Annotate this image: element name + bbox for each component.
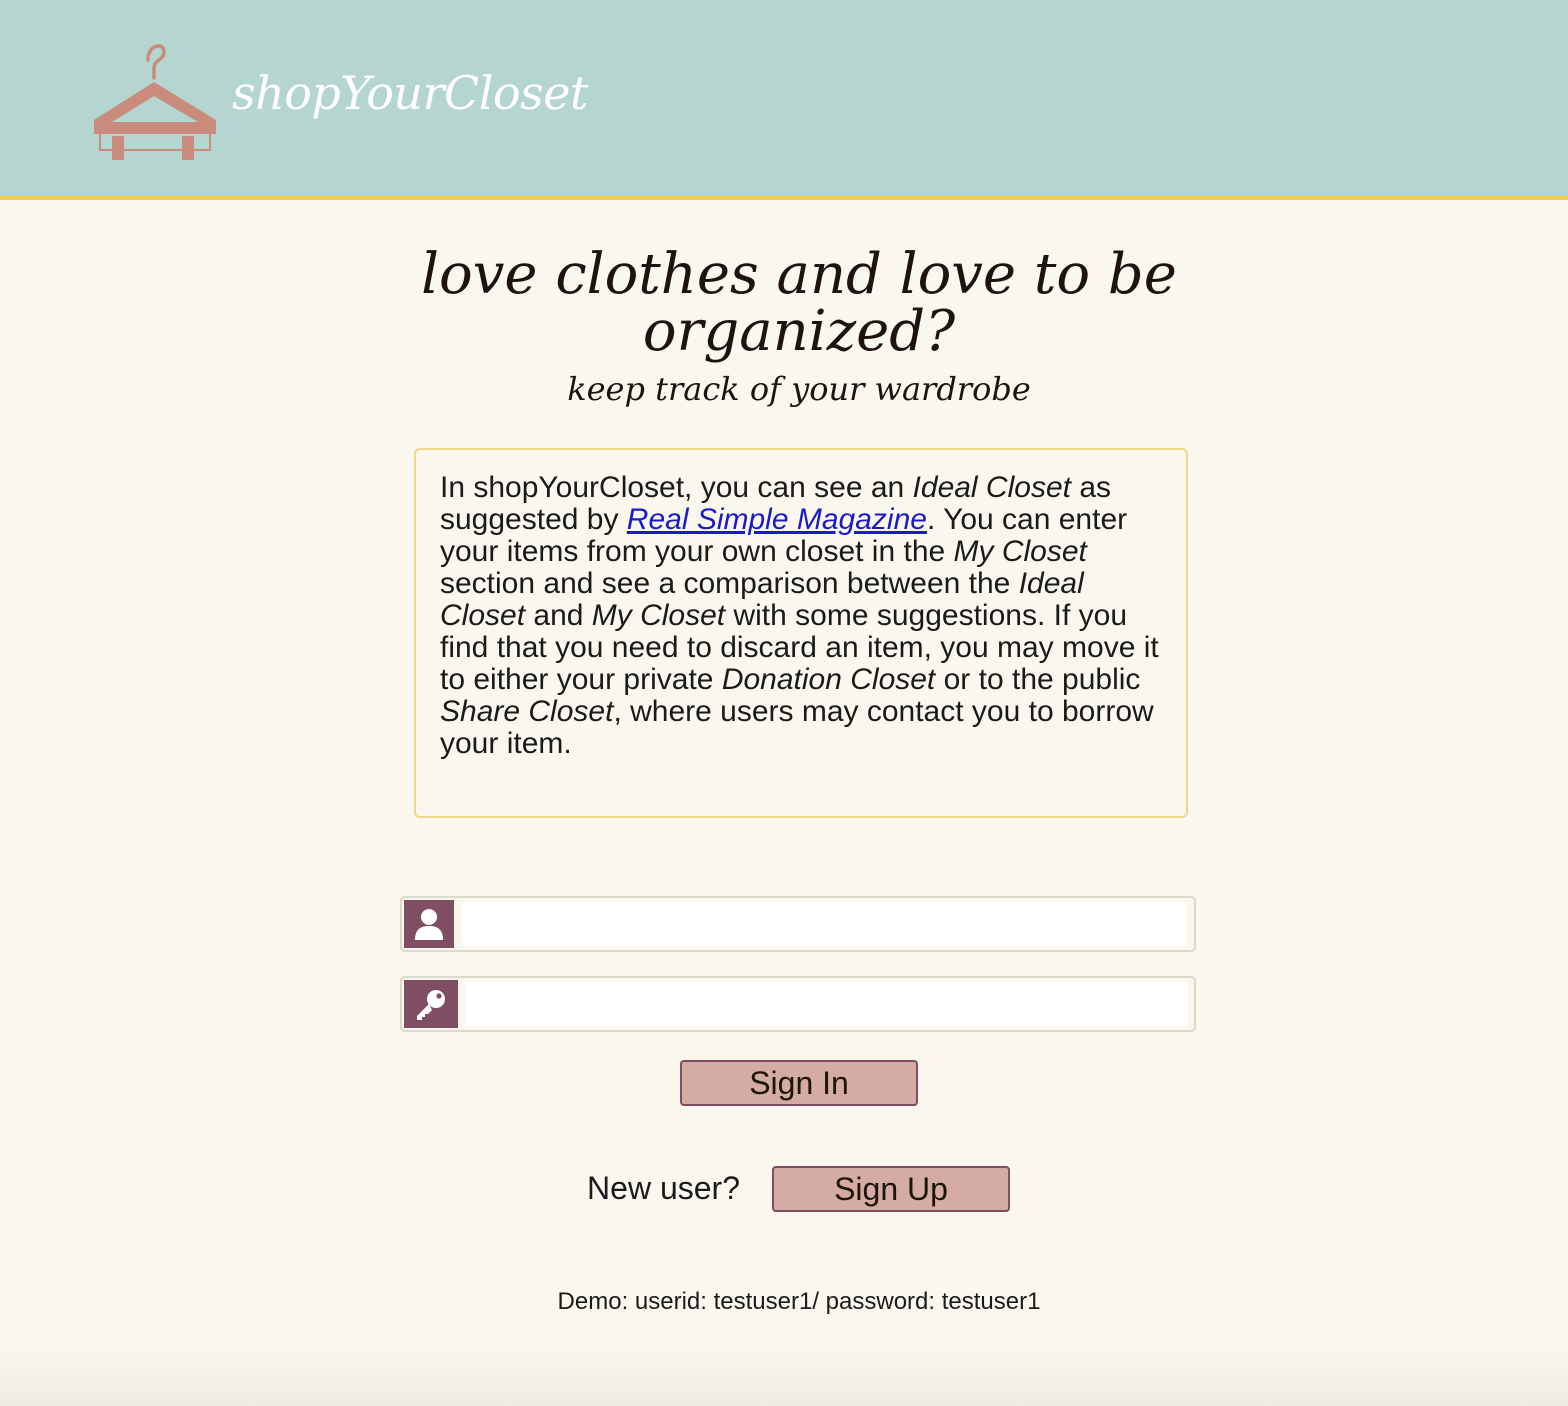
site-header: shopYourCloset [0, 0, 1568, 200]
desc-text: In shopYourCloset, you can see an [440, 471, 913, 504]
userid-input[interactable] [462, 902, 1186, 946]
my-closet-term: My Closet [591, 599, 726, 632]
desc-text: or to the public [935, 663, 1141, 696]
sign-in-button[interactable]: Sign In [680, 1060, 918, 1106]
description-box: In shopYourCloset, you can see an Ideal … [414, 448, 1188, 818]
password-input[interactable] [466, 982, 1188, 1026]
desc-text: and [525, 599, 592, 632]
real-simple-link[interactable]: Real Simple Magazine [627, 503, 927, 536]
bottom-shadow [0, 1346, 1568, 1406]
password-field [400, 976, 1196, 1032]
hero-title: love clothes and love to be organized? [421, 242, 1177, 364]
sign-up-button[interactable]: Sign Up [772, 1166, 1010, 1212]
hero-subtitle: keep track of your wardrobe [567, 370, 1031, 408]
ideal-closet-term: Ideal Closet [912, 471, 1071, 504]
my-closet-term: My Closet [953, 535, 1087, 568]
brand-title[interactable]: shopYourCloset [232, 66, 588, 120]
desc-text: section and see a comparison between the [440, 567, 1019, 600]
new-user-label: New user? [587, 1170, 740, 1206]
demo-credentials: Demo: userid: testuser1/ password: testu… [557, 1288, 1041, 1315]
hanger-icon[interactable] [88, 38, 222, 164]
share-closet-term: Share Closet [440, 695, 614, 728]
key-icon [404, 980, 458, 1028]
userid-field [400, 896, 1196, 952]
user-icon [404, 900, 454, 948]
donation-closet-term: Donation Closet [721, 663, 936, 696]
